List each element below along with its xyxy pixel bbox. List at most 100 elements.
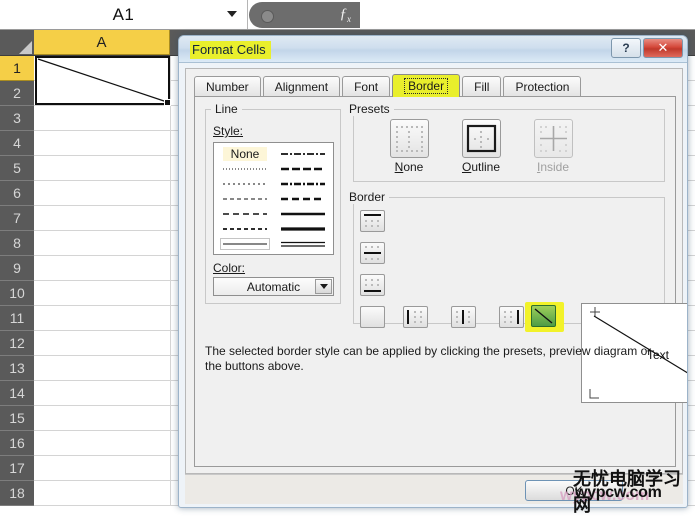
row-header-18[interactable]: 18 <box>0 481 34 506</box>
column-header-a[interactable]: A <box>34 30 170 55</box>
close-button[interactable]: ✕ <box>643 38 683 58</box>
middle-horizontal-border-button[interactable] <box>360 242 385 264</box>
line-style-option-right-1[interactable] <box>276 161 330 176</box>
line-style-option-left-0[interactable]: None <box>218 146 272 161</box>
inside-vertical-border-button[interactable] <box>451 306 476 328</box>
border-tab-panel: Line Style: None Color: Automatic Preset… <box>194 97 687 467</box>
tab-font[interactable]: Font <box>342 76 391 97</box>
row-header-15[interactable]: 15 <box>0 406 34 431</box>
row-header-11[interactable]: 11 <box>0 306 34 331</box>
row-header-2[interactable]: 2 <box>0 81 34 106</box>
top-border-icon <box>364 214 381 227</box>
row-header-12[interactable]: 12 <box>0 331 34 356</box>
diagonal-border-line-icon <box>37 58 168 103</box>
row-header-14[interactable]: 14 <box>0 381 34 406</box>
row-header-6[interactable]: 6 <box>0 181 34 206</box>
line-style-option-right-5[interactable] <box>276 221 330 236</box>
row-header-10[interactable]: 10 <box>0 281 34 306</box>
border-group-label: Border <box>345 190 390 204</box>
line-style-swatch <box>281 212 325 215</box>
row-header-3[interactable]: 3 <box>0 106 34 131</box>
tab-fill[interactable]: Fill <box>462 76 502 97</box>
style-label: Style: <box>213 124 244 138</box>
row-header-4[interactable]: 4 <box>0 131 34 156</box>
chevron-down-icon[interactable] <box>315 279 332 294</box>
tab-label: Font <box>354 80 379 94</box>
diagonal-down-border-icon <box>534 308 553 324</box>
formula-input[interactable] <box>360 2 695 28</box>
dialog-footer: OK <box>185 474 683 504</box>
expand-dot-icon <box>261 10 274 23</box>
line-style-option-right-2[interactable] <box>276 176 330 191</box>
help-button[interactable]: ? <box>611 38 641 58</box>
tab-label: Fill <box>474 80 490 94</box>
row-header-9[interactable]: 9 <box>0 256 34 281</box>
line-style-swatch <box>281 167 325 170</box>
right-border-button[interactable] <box>499 306 524 328</box>
line-style-swatch <box>281 197 325 200</box>
formula-bar-handle[interactable]: ƒx <box>249 2 360 28</box>
tab-bar: Number Alignment Font Border Fill Protection <box>194 74 583 97</box>
row-header-7[interactable]: 7 <box>0 206 34 231</box>
preset-inside-icon <box>540 126 567 152</box>
bottom-border-button[interactable] <box>360 274 385 296</box>
select-all-triangle-icon <box>19 41 32 54</box>
tab-border[interactable]: Border <box>392 74 461 97</box>
tab-label: Border <box>404 78 449 94</box>
preset-inside-label: Inside <box>536 160 570 174</box>
preset-outline-button[interactable] <box>462 119 501 158</box>
line-style-option-left-4[interactable] <box>218 206 272 221</box>
fill-handle[interactable] <box>164 99 171 106</box>
preset-inside-button[interactable] <box>534 119 573 158</box>
row-header-17[interactable]: 17 <box>0 456 34 481</box>
line-style-option-left-1[interactable] <box>218 161 272 176</box>
dialog-body: Number Alignment Font Border Fill Protection … <box>185 68 687 474</box>
line-style-option-left-6[interactable] <box>218 236 272 251</box>
preset-none-icon <box>396 126 423 152</box>
right-border-icon <box>504 310 519 324</box>
preset-none-button[interactable] <box>390 119 429 158</box>
line-style-swatch <box>281 241 325 247</box>
row-header-8[interactable]: 8 <box>0 231 34 256</box>
tab-number[interactable]: Number <box>194 76 261 97</box>
formula-bar-row: A1 ƒx <box>0 0 695 30</box>
line-style-swatch <box>223 227 267 230</box>
line-color-select[interactable]: Automatic <box>213 277 334 296</box>
diagonal-down-border-button[interactable] <box>531 305 556 327</box>
tab-protection[interactable]: Protection <box>503 76 582 97</box>
line-color-value: Automatic <box>246 279 301 294</box>
line-style-option-left-5[interactable] <box>218 221 272 236</box>
tab-label: Number <box>206 80 249 94</box>
line-style-swatch <box>223 212 267 215</box>
line-style-swatch <box>281 152 325 155</box>
select-all-corner[interactable] <box>0 30 34 55</box>
line-style-option-right-0[interactable] <box>276 146 330 161</box>
dialog-titlebar[interactable]: Format Cells ? ✕ <box>179 36 687 63</box>
middle-horizontal-border-icon <box>364 246 381 260</box>
row-header-1[interactable]: 1 <box>0 56 34 81</box>
left-border-button[interactable] <box>403 306 428 328</box>
preset-none-label: None <box>394 160 424 174</box>
line-style-swatch <box>223 183 267 184</box>
line-style-option-right-6[interactable] <box>276 236 330 251</box>
left-border-icon <box>407 310 422 324</box>
tab-alignment[interactable]: Alignment <box>262 76 341 97</box>
chevron-down-icon[interactable] <box>227 11 237 17</box>
row-header-16[interactable]: 16 <box>0 431 34 456</box>
name-box[interactable]: A1 <box>0 0 248 29</box>
line-style-none-label: None <box>222 146 268 161</box>
fx-icon[interactable]: ƒx <box>340 6 352 24</box>
line-style-swatch <box>223 168 267 169</box>
cell-a1[interactable] <box>35 56 170 105</box>
top-border-button[interactable] <box>360 210 385 232</box>
row-header-5[interactable]: 5 <box>0 156 34 181</box>
line-style-option-right-4[interactable] <box>276 206 330 221</box>
ok-button[interactable]: OK <box>525 480 623 501</box>
line-style-option-left-2[interactable] <box>218 176 272 191</box>
diagonal-up-border-button-bottom[interactable] <box>360 306 385 328</box>
line-style-option-left-3[interactable] <box>218 191 272 206</box>
row-header-13[interactable]: 13 <box>0 356 34 381</box>
line-style-listbox[interactable]: None <box>213 142 334 255</box>
line-style-option-right-3[interactable] <box>276 191 330 206</box>
tab-label: Protection <box>515 80 570 94</box>
